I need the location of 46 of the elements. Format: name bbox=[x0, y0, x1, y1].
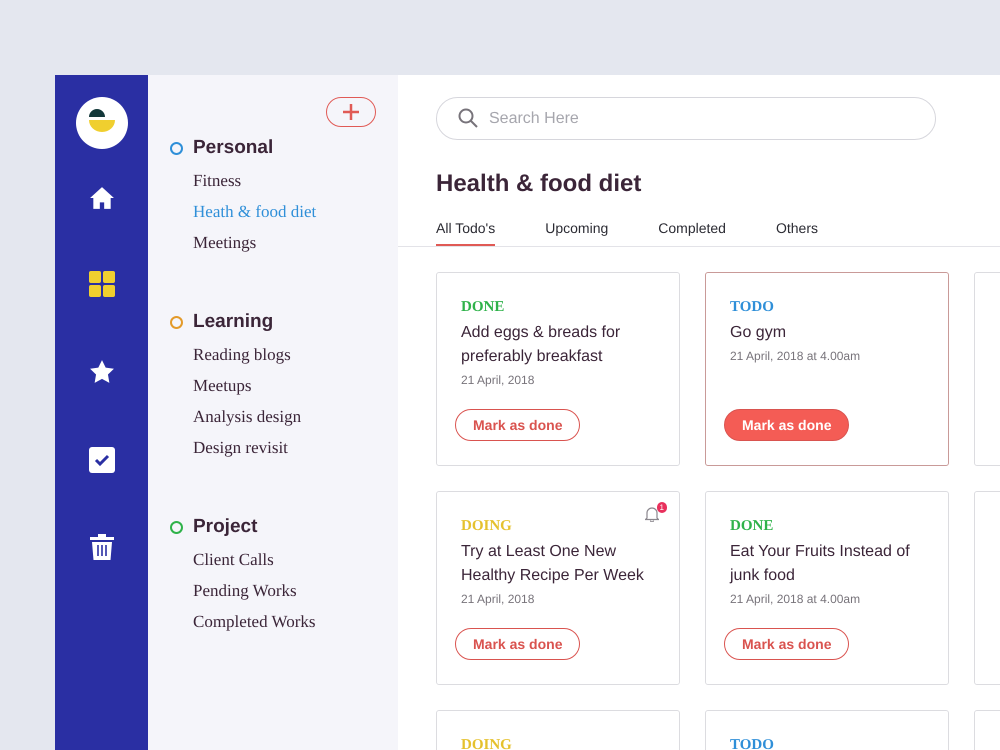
tab[interactable]: All Todo's bbox=[436, 220, 496, 246]
group-title: Personal bbox=[193, 137, 274, 159]
sidebar-item[interactable]: Reading blogs bbox=[170, 339, 376, 370]
todo-date: 21 April, 2018 at 4.00am bbox=[730, 592, 862, 606]
tab[interactable]: Upcoming bbox=[545, 220, 608, 246]
notification-badge: 1 bbox=[656, 502, 667, 513]
todo-title: Go gym bbox=[730, 323, 788, 343]
mark-as-done-button[interactable]: Mark as done bbox=[455, 409, 580, 441]
todo-title: Try at Least One New Healthy Recipe Per Week bbox=[461, 542, 645, 586]
tab[interactable]: Completed bbox=[658, 220, 726, 246]
mark-as-done-button[interactable]: Mark as done bbox=[455, 628, 580, 660]
group-title: Learning bbox=[193, 311, 274, 333]
sidebar-item[interactable]: Fitness bbox=[170, 165, 376, 196]
status-label: TODO bbox=[730, 299, 774, 316]
home-icon[interactable] bbox=[88, 185, 114, 211]
trash-icon[interactable] bbox=[90, 534, 114, 560]
group-title: Project bbox=[193, 516, 258, 538]
plus-icon bbox=[342, 103, 360, 121]
sidebar-item[interactable]: Design revisit bbox=[170, 432, 376, 463]
sidebar-item[interactable]: Completed Works bbox=[170, 606, 376, 637]
checkbox-icon[interactable] bbox=[88, 447, 114, 473]
bell-icon[interactable] bbox=[645, 506, 659, 522]
sidebar-item[interactable]: Pending Works bbox=[170, 575, 376, 606]
status-label: TODO bbox=[730, 737, 774, 750]
status-label: DONE bbox=[461, 299, 504, 316]
sidebar-item[interactable]: Meetups bbox=[170, 370, 376, 401]
logo-icon bbox=[76, 97, 128, 149]
todo-date: 21 April, 2018 at 4.00am bbox=[730, 349, 862, 363]
status-label: DONE bbox=[730, 518, 774, 535]
todo-title: Add eggs & breads for preferably breakfast bbox=[461, 323, 622, 367]
grid-icon[interactable] bbox=[88, 271, 114, 297]
search-icon bbox=[458, 108, 478, 128]
star-icon[interactable] bbox=[88, 359, 114, 385]
sidebar-item[interactable]: Analysis design bbox=[170, 401, 376, 432]
todo-date: 21 April, 2018 bbox=[461, 592, 536, 606]
page-title: Health & food diet bbox=[436, 170, 642, 198]
todo-date: 21 April, 2018 bbox=[461, 373, 536, 387]
todo-title: Eat Your Fruits Instead of junk food bbox=[730, 542, 911, 586]
tab[interactable]: Others bbox=[776, 220, 818, 246]
status-label: DOING bbox=[461, 737, 512, 750]
status-label: DOING bbox=[461, 518, 512, 535]
search-field[interactable]: Search Here bbox=[436, 97, 936, 140]
sidebar-item[interactable]: Client Calls bbox=[170, 544, 376, 575]
sidebar-item[interactable]: Meetings bbox=[170, 227, 376, 258]
mark-as-done-button[interactable]: Mark as done bbox=[724, 628, 850, 660]
add-button[interactable] bbox=[326, 97, 376, 127]
